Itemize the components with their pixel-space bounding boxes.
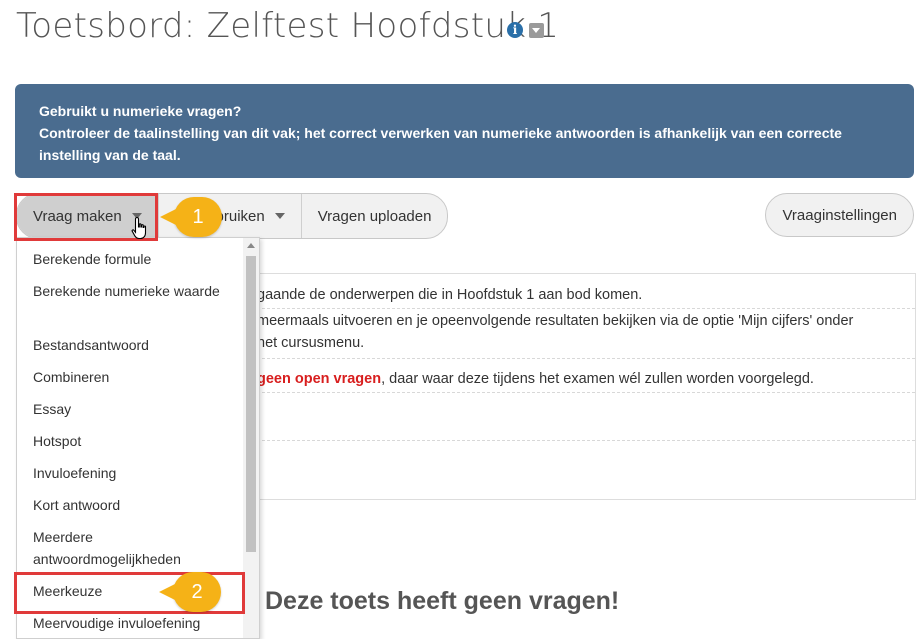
test-description-panel: gaande de onderwerpen die in Hoofdstuk 1… xyxy=(238,273,916,500)
upload-questions-button[interactable]: Vragen uploaden xyxy=(302,194,448,238)
menu-item-meerdere-antwoordmogelijkheden[interactable]: Meerdere antwoordmogelijkheden xyxy=(33,526,233,570)
info-icon[interactable]: i xyxy=(507,22,523,38)
dropdown-icon[interactable] xyxy=(529,23,544,38)
menu-item-meervoudige-invuloefening[interactable]: Meervoudige invuloefening xyxy=(33,612,233,634)
menu-item-berekende-numerieke-waarde[interactable]: Berekende numerieke waarde xyxy=(33,280,233,302)
alert-heading: Gebruikt u numerieke vragen? xyxy=(39,103,242,119)
question-type-menu: Berekende formule Berekende numerieke wa… xyxy=(16,237,260,639)
menu-item-bestandsantwoord[interactable]: Bestandsantwoord xyxy=(33,334,233,356)
scroll-thumb[interactable] xyxy=(246,256,256,552)
description-line: gaande de onderwerpen die in Hoofdstuk 1… xyxy=(257,287,643,303)
empty-test-message: Deze toets heeft geen vragen! xyxy=(265,587,620,615)
scroll-up-icon[interactable] xyxy=(247,243,255,248)
menu-item-hotspot[interactable]: Hotspot xyxy=(33,430,233,452)
menu-item-essay[interactable]: Essay xyxy=(33,398,233,420)
menu-item-berekende-formule[interactable]: Berekende formule xyxy=(33,248,233,270)
step-callout-1: 1 xyxy=(160,197,222,237)
description-line: geen open vragen, daar waar deze tijdens… xyxy=(257,371,814,387)
menu-item-invuloefening[interactable]: Invuloefening xyxy=(33,462,233,484)
description-line: het cursusmenu. xyxy=(257,335,365,351)
menu-item-kort-antwoord[interactable]: Kort antwoord xyxy=(33,494,233,516)
step-callout-2: 2 xyxy=(159,572,221,612)
description-line: meermaals uitvoeren en je opeenvolgende … xyxy=(257,313,854,329)
language-alert: Gebruikt u numerieke vragen? Controleer … xyxy=(15,84,914,178)
hand-cursor-icon xyxy=(131,216,147,240)
question-settings-button[interactable]: Vraaginstellingen xyxy=(765,193,914,237)
question-toolbar: Vraag maken Hergebruiken Vragen uploaden xyxy=(16,193,449,239)
emphasis-text: geen open vragen xyxy=(257,371,382,387)
alert-text: Controleer de taalinstelling van dit vak… xyxy=(39,125,842,163)
caret-down-icon xyxy=(274,213,285,219)
menu-item-combineren[interactable]: Combineren xyxy=(33,366,233,388)
page-title: Toetsbord: Zelftest Hoofdstuk 1 xyxy=(16,6,560,46)
menu-scrollbar[interactable] xyxy=(243,238,259,638)
